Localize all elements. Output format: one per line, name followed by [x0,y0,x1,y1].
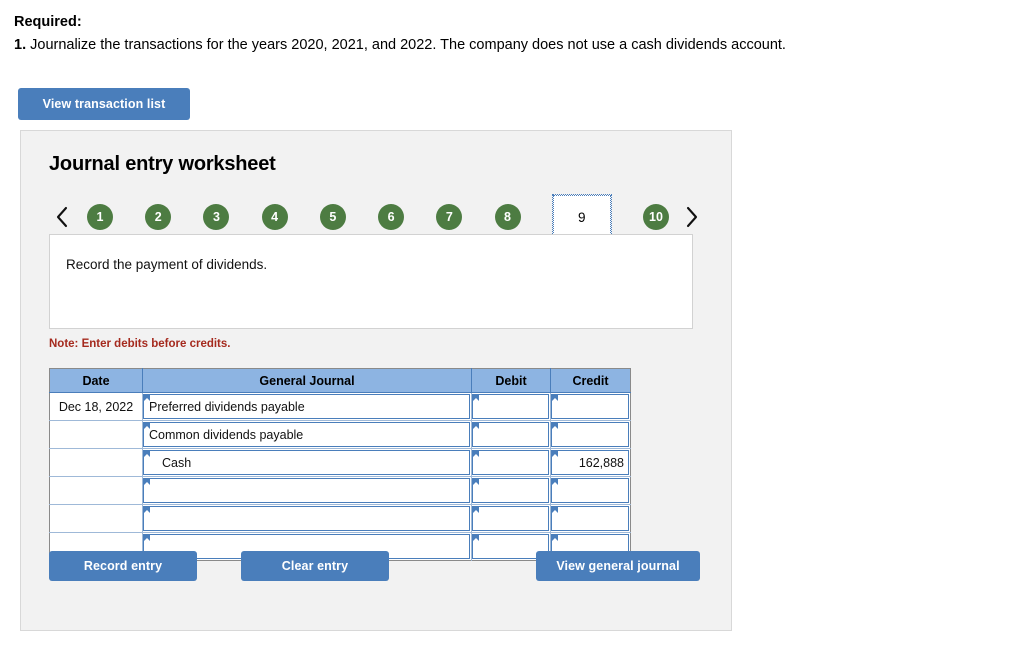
cell-marker-triangle-icon [144,423,150,429]
column-header-credit: Credit [550,368,631,393]
required-item-text: Journalize the transactions for the year… [30,37,786,54]
account-input: Preferred dividends payable [143,394,470,419]
credit-input [551,506,629,531]
account-cell[interactable]: Cash [142,448,472,477]
credit-cell[interactable] [550,476,631,505]
debit-cell[interactable] [471,448,551,477]
account-value: Common dividends payable [149,427,304,442]
credit-input [551,422,629,447]
account-input [143,506,470,531]
pager-page-4[interactable]: 4 [261,204,288,230]
pager-page-10[interactable]: 10 [642,204,669,230]
pager-page-6[interactable]: 6 [378,204,405,230]
credit-cell[interactable] [550,420,631,449]
cell-marker-triangle-icon [552,535,558,541]
account-cell[interactable] [142,504,472,533]
pager-page-9-active[interactable]: 9 [551,194,612,240]
cell-marker-triangle-icon [473,451,479,457]
date-cell[interactable] [49,448,143,477]
pager-page-8[interactable]: 8 [494,204,521,230]
journal-entry-table: Date General Journal Debit Credit Dec 18… [49,368,631,561]
credit-cell[interactable] [550,392,631,421]
debit-input [472,450,549,475]
date-cell[interactable] [49,420,143,449]
account-cell[interactable] [142,476,472,505]
debit-input [472,506,549,531]
debit-cell[interactable] [471,420,551,449]
debits-before-credits-note: Note: Enter debits before credits. [49,338,231,350]
account-cell[interactable]: Preferred dividends payable [142,392,472,421]
table-row: Dec 18, 2022 Preferred dividends payable [49,392,631,421]
credit-cell[interactable] [550,504,631,533]
cell-marker-triangle-icon [473,395,479,401]
cell-marker-triangle-icon [552,479,558,485]
worksheet-title: Journal entry worksheet [49,153,276,175]
cell-marker-triangle-icon [473,423,479,429]
view-transaction-list-button[interactable]: View transaction list [18,88,190,120]
table-row: Common dividends payable [49,420,631,449]
debit-cell[interactable] [471,392,551,421]
cell-marker-triangle-icon [473,535,479,541]
required-heading: Required: [14,14,82,30]
cell-marker-triangle-icon [552,395,558,401]
pager-page-3[interactable]: 3 [203,204,230,230]
table-row [49,504,631,533]
chevron-left-icon[interactable] [47,195,77,239]
column-header-debit: Debit [471,368,551,393]
debit-input [472,422,549,447]
worksheet-prompt-box: Record the payment of dividends. [49,234,693,329]
column-header-general-journal: General Journal [142,368,472,393]
pager-page-1[interactable]: 1 [87,204,113,230]
column-header-date: Date [49,368,143,393]
date-cell[interactable]: Dec 18, 2022 [49,392,143,421]
cell-marker-triangle-icon [552,451,558,457]
date-cell[interactable] [49,476,143,505]
cell-marker-triangle-icon [473,507,479,513]
account-value: Preferred dividends payable [149,399,305,414]
debit-input [472,478,549,503]
credit-input: 162,888 [551,450,629,475]
pager-page-5[interactable]: 5 [319,204,346,230]
view-general-journal-button[interactable]: View general journal [536,551,700,581]
account-input [143,478,470,503]
date-cell[interactable] [49,504,143,533]
cell-marker-triangle-icon [144,535,150,541]
credit-value: 162,888 [578,455,624,470]
account-value: Cash [162,455,192,470]
table-row: Cash 162,888 [49,448,631,477]
record-entry-button[interactable]: Record entry [49,551,197,581]
cell-marker-triangle-icon [552,507,558,513]
worksheet-prompt-text: Record the payment of dividends. [66,257,268,272]
required-block: Required: 1. Journalize the transactions… [14,12,974,56]
chevron-right-icon[interactable] [677,195,707,239]
cell-marker-triangle-icon [144,507,150,513]
table-row [49,476,631,505]
cell-marker-triangle-icon [552,423,558,429]
credit-input [551,478,629,503]
debit-cell[interactable] [471,504,551,533]
journal-entry-worksheet-panel: Journal entry worksheet 1 2 3 4 5 6 7 8 … [20,130,732,631]
cell-marker-triangle-icon [473,479,479,485]
cell-marker-triangle-icon [144,395,150,401]
page-root: Required: 1. Journalize the transactions… [0,0,1024,671]
debit-input [472,394,549,419]
cell-marker-triangle-icon [144,451,150,457]
required-item: 1. Journalize the transactions for the y… [14,35,974,56]
clear-entry-button[interactable]: Clear entry [241,551,389,581]
pager-items: 1 2 3 4 5 6 7 8 9 10 [77,194,677,240]
pager-page-2[interactable]: 2 [145,204,172,230]
credit-cell[interactable]: 162,888 [550,448,631,477]
account-input: Cash [143,450,470,475]
required-item-number: 1. [14,37,27,54]
credit-input [551,394,629,419]
debit-cell[interactable] [471,476,551,505]
worksheet-pager: 1 2 3 4 5 6 7 8 9 10 [47,194,707,240]
cell-marker-triangle-icon [144,479,150,485]
table-header-row: Date General Journal Debit Credit [49,368,631,393]
account-input: Common dividends payable [143,422,470,447]
account-cell[interactable]: Common dividends payable [142,420,472,449]
pager-page-7[interactable]: 7 [436,204,463,230]
